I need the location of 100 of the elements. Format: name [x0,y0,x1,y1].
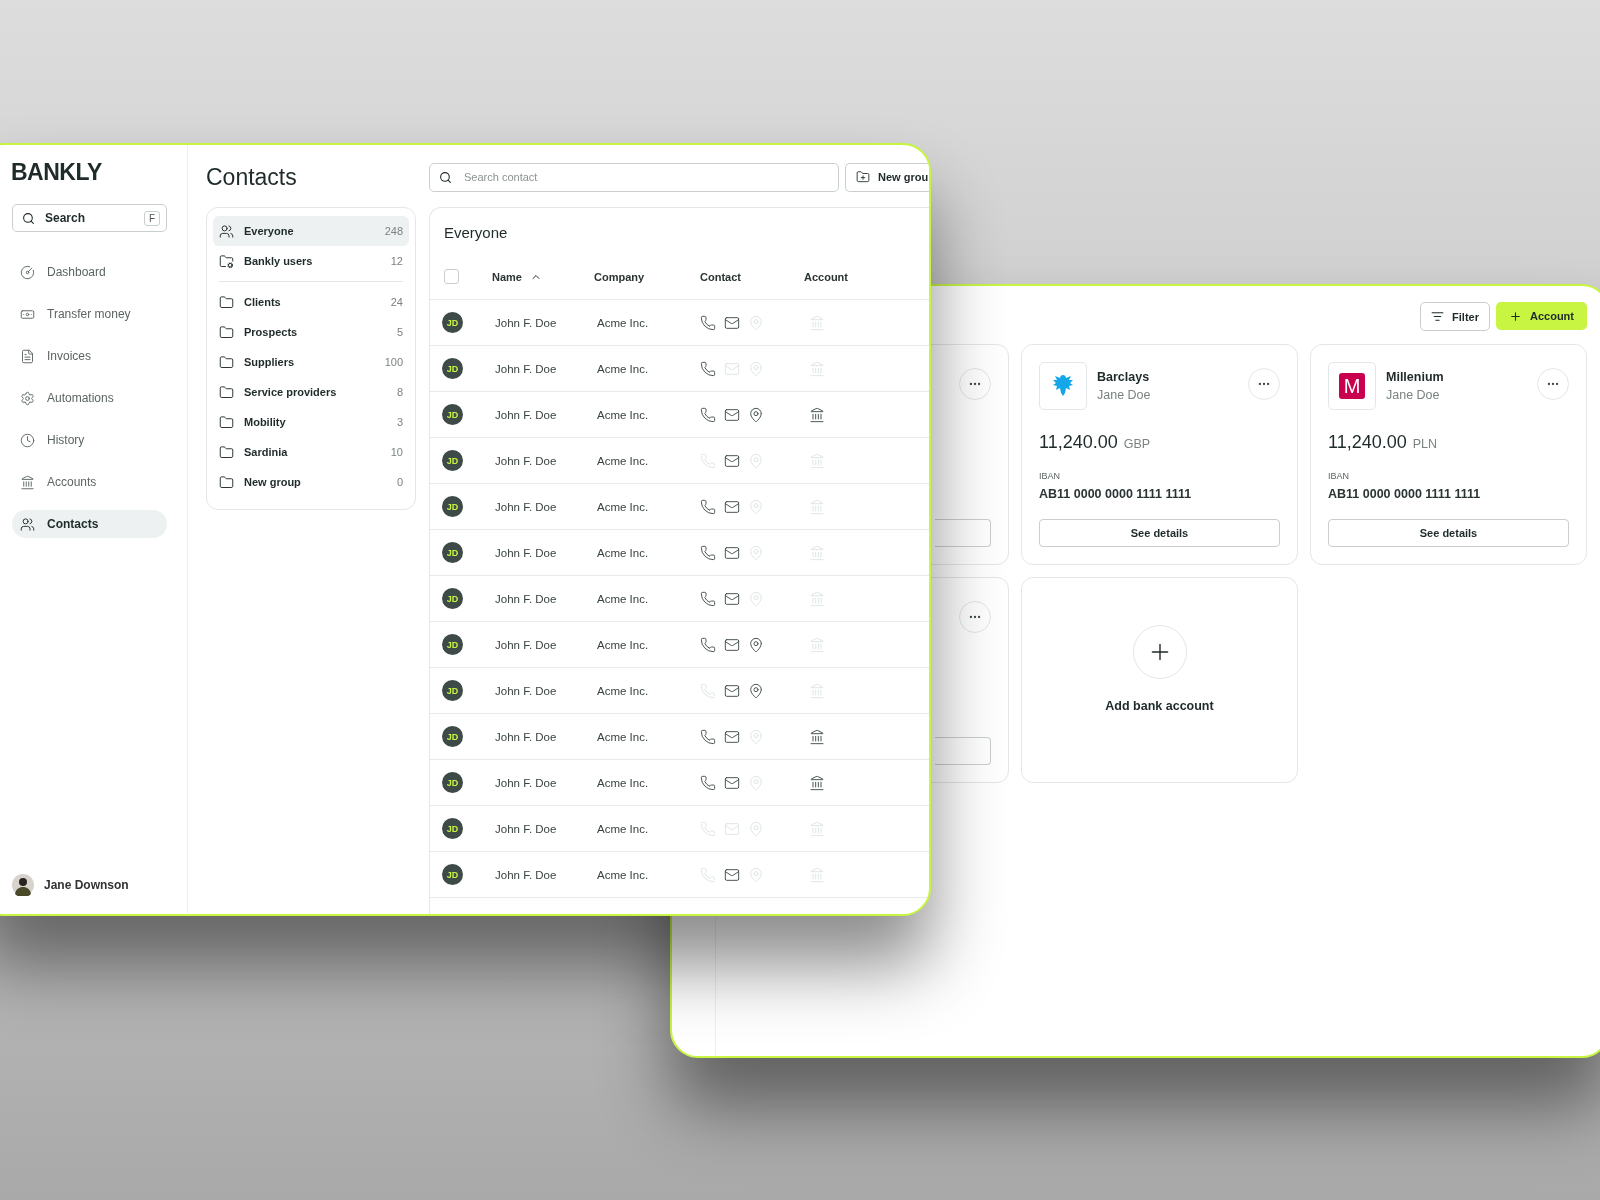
location-icon[interactable] [748,682,764,699]
company-name: Acme Inc. [596,730,650,743]
group-item[interactable]: Service providers 8 [213,377,409,407]
more-button[interactable] [1248,368,1280,400]
see-details-button[interactable]: See details [1328,519,1569,547]
nav-item[interactable]: History [12,426,167,454]
nav-item[interactable]: Accounts [12,468,167,496]
group-count: 100 [384,356,403,368]
phone-icon[interactable] [700,498,716,515]
company-name: Acme Inc. [596,592,650,605]
phone-icon[interactable] [700,728,716,745]
company-name: Acme Inc. [596,638,650,651]
group-count: 0 [396,476,403,488]
contact-avatar: JD [442,542,463,563]
details-button[interactable] [935,519,991,547]
contact-name: John F. Doe [494,822,558,835]
company-name: Acme Inc. [596,316,650,329]
new-group-button[interactable]: New grou [845,162,929,192]
group-item[interactable]: Prospects 5 [213,317,409,347]
location-icon[interactable] [748,636,764,653]
account-holder: Jane Doe [1097,388,1152,402]
contact-name: John F. Doe [494,546,558,559]
more-button[interactable] [959,368,991,400]
currency: GBP [1123,437,1151,451]
gear-icon [20,390,35,406]
phone-icon[interactable] [700,544,716,561]
user-name: Jane Downson [44,878,129,892]
bank-name: Barclays [1097,370,1151,384]
mail-icon[interactable] [724,544,740,561]
see-details-button[interactable]: See details [1039,519,1280,547]
balance-amount: 11,240.00 [1328,432,1407,453]
filter-button[interactable]: Filter [1420,302,1490,331]
group-item[interactable]: Everyone 248 [213,216,409,246]
details-button[interactable] [935,737,991,765]
contact-avatar: JD [442,680,463,701]
search-contact-field[interactable]: Search contact [429,162,839,192]
contact-name: John F. Doe [494,408,558,421]
iban-number: AB11 0000 0000 1111 1111 [1328,487,1482,501]
group-item[interactable]: Suppliers 100 [213,347,409,377]
nav-item[interactable]: Automations [12,384,167,412]
mail-icon[interactable] [724,314,740,331]
column-header[interactable]: Contact [700,270,741,283]
nav-item[interactable]: Dashboard [12,258,167,286]
mail-icon[interactable] [724,406,740,423]
phone-icon[interactable] [700,406,716,423]
folder-icon [219,414,234,430]
mail-icon[interactable] [724,774,740,791]
balance-amount: 11,240.00 [1039,432,1118,453]
table-title: Everyone [443,223,509,243]
phone-icon[interactable] [700,360,716,377]
mail-icon[interactable] [724,452,740,469]
folder-icon [219,324,234,340]
column-header[interactable]: Name [492,270,522,283]
bank-icon[interactable] [809,728,825,745]
mail-icon[interactable] [724,636,740,653]
mail-icon[interactable] [724,590,740,607]
search-field[interactable]: Search F [12,204,167,232]
select-all-checkbox[interactable] [444,269,459,284]
contact-avatar: JD [442,450,463,471]
column-header[interactable]: Account [804,270,848,283]
contact-avatar: JD [442,358,463,379]
contact-avatar: JD [442,634,463,655]
more-button[interactable] [959,601,991,633]
contact-avatar: JD [442,312,463,333]
phone-icon[interactable] [700,590,716,607]
folder-icon [219,354,234,370]
group-item[interactable]: Mobility 3 [213,407,409,437]
nav-item[interactable]: Transfer money [12,300,167,328]
add-account-card[interactable]: Add bank account [1021,577,1298,783]
group-item[interactable]: Sardinia 10 [213,437,409,467]
add-account-label: Add bank account [1105,698,1214,713]
group-count: 10 [390,446,403,458]
folder-icon [219,474,234,490]
bank-icon[interactable] [809,774,825,791]
iban-number: AB11 0000 0000 1111 1111 [1039,487,1193,501]
location-icon[interactable] [748,406,764,423]
mail-icon[interactable] [724,866,740,883]
add-account-button[interactable]: Account [1496,302,1587,330]
mail-icon[interactable] [724,498,740,515]
company-name: Acme Inc. [596,822,650,835]
contact-avatar: JD [442,772,463,793]
bank-icon[interactable] [809,406,825,423]
mail-icon[interactable] [724,682,740,699]
column-header[interactable]: Company [594,270,645,283]
group-item[interactable]: Bankly users 12 [213,246,409,276]
bank-logo: M [1328,362,1376,410]
phone-icon[interactable] [700,314,716,331]
people-icon [219,223,234,239]
contact-avatar: JD [442,726,463,747]
nav-item[interactable]: Contacts [12,510,167,538]
nav-item[interactable]: Invoices [12,342,167,370]
mail-icon[interactable] [724,728,740,745]
more-button[interactable] [1537,368,1569,400]
company-name: Acme Inc. [596,408,650,421]
group-item[interactable]: Clients 24 [213,287,409,317]
app-logo: BANKLY [11,159,103,186]
contact-avatar: JD [442,496,463,517]
group-item[interactable]: New group 0 [213,467,409,497]
phone-icon[interactable] [700,774,716,791]
phone-icon[interactable] [700,636,716,653]
